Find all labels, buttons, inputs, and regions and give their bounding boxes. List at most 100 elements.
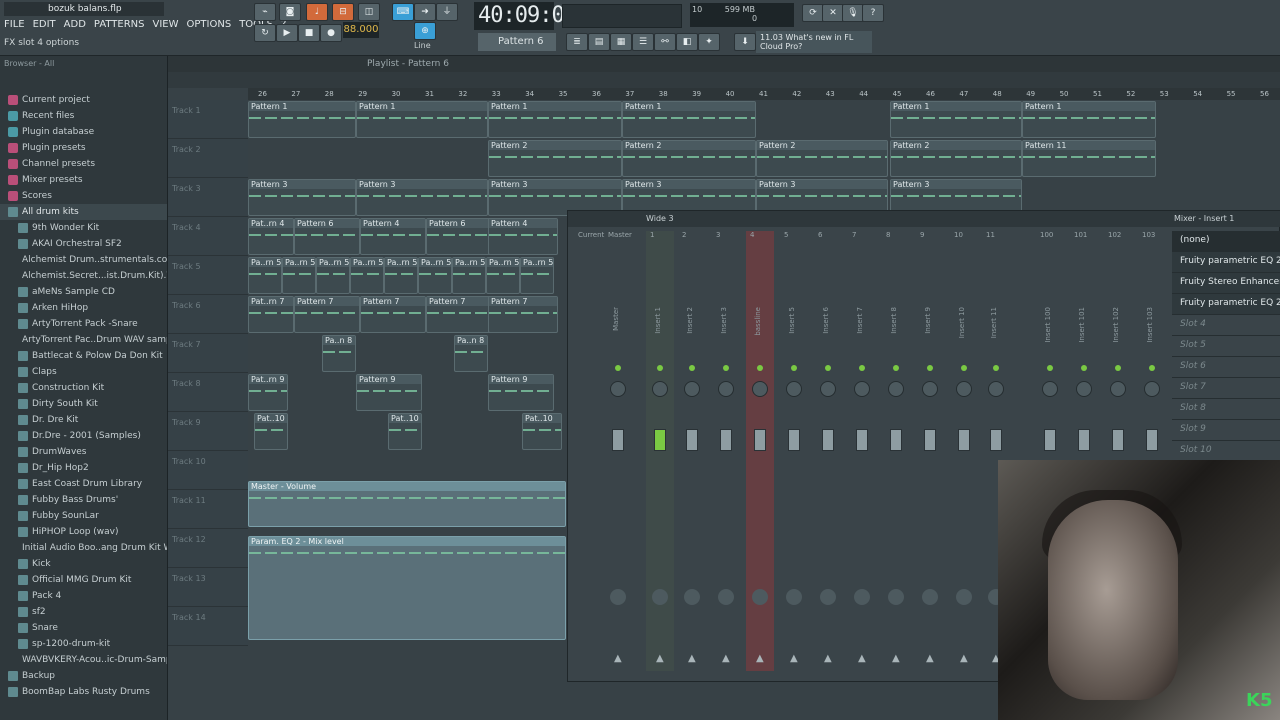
stereo-sep-knob[interactable]	[820, 589, 836, 605]
strip-enable-led[interactable]	[791, 365, 797, 371]
fx-slot[interactable]: Slot 9	[1172, 420, 1280, 441]
pattern-clip[interactable]: Pat..10	[388, 413, 422, 450]
kit-folder-item[interactable]: AKAI Orchestral SF2	[0, 236, 167, 252]
automation-clip[interactable]: Master - Volume	[248, 481, 566, 527]
browser-recent-files[interactable]: Recent files	[0, 108, 167, 124]
kit-folder-item[interactable]: Fubby SounLar	[0, 508, 167, 524]
stereo-sep-knob[interactable]	[610, 589, 626, 605]
send-arrow-icon[interactable]: ▲	[858, 653, 866, 664]
download-icon[interactable]: ⬇	[734, 33, 756, 51]
step-edit-icon[interactable]: ➜	[414, 3, 436, 21]
pan-knob[interactable]	[956, 381, 972, 397]
pan-knob[interactable]	[610, 381, 626, 397]
stereo-sep-knob[interactable]	[684, 589, 700, 605]
tempo-display[interactable]: 88.000	[343, 22, 379, 38]
stereo-sep-knob[interactable]	[752, 589, 768, 605]
kit-folder-item[interactable]: 9th Wonder Kit	[0, 220, 167, 236]
mixer-strip[interactable]: 4 bassline ▲	[746, 231, 774, 671]
pan-knob[interactable]	[752, 381, 768, 397]
kit-folder-item[interactable]: Kick	[0, 556, 167, 572]
mixer-strip[interactable]: 6 Insert 6 ▲	[814, 231, 842, 671]
fx-slot[interactable]: Slot 8	[1172, 399, 1280, 420]
menu-add[interactable]: ADD	[60, 17, 90, 33]
song-time-display[interactable]: 40:09:00	[474, 2, 577, 30]
pattern-clip[interactable]: Pattern 1	[890, 101, 1022, 138]
fx-slot[interactable]: Slot 5	[1172, 336, 1280, 357]
browser-icon[interactable]: ◧	[676, 33, 698, 51]
browser-scores[interactable]: Scores	[0, 188, 167, 204]
pan-knob[interactable]	[1144, 381, 1160, 397]
pattern-clip[interactable]: Pattern 4	[488, 218, 558, 255]
pattern-clip[interactable]: Pa..rn 5	[384, 257, 418, 294]
browser-plugin-database[interactable]: Plugin database	[0, 124, 167, 140]
pattern-clip[interactable]: Pattern 2	[890, 140, 1022, 177]
volume-fader[interactable]	[654, 429, 666, 451]
plugin-picker-icon[interactable]: ✦	[698, 33, 720, 51]
kit-folder-item[interactable]: Pack 4	[0, 588, 167, 604]
volume-fader[interactable]	[958, 429, 970, 451]
kit-folder-item[interactable]: Claps	[0, 364, 167, 380]
kit-folder-item[interactable]: ArtyTorrent Pack -Snare	[0, 316, 167, 332]
kit-folder-item[interactable]: HiPHOP Loop (wav)	[0, 524, 167, 540]
mixer-strip[interactable]: 5 Insert 5 ▲	[780, 231, 808, 671]
pattern-clip[interactable]: Pa..rn 5	[520, 257, 554, 294]
mixer-strip[interactable]: 2 Insert 2 ▲	[678, 231, 706, 671]
send-arrow-icon[interactable]: ▲	[722, 653, 730, 664]
track-header[interactable]: Track 14	[168, 607, 248, 646]
track-header[interactable]: Track 6	[168, 295, 248, 334]
pattern-clip[interactable]: Pa..rn 5	[282, 257, 316, 294]
snap-mode[interactable]: Line	[414, 41, 431, 50]
pattern-clip[interactable]: Pat..rn 9	[248, 374, 288, 411]
pattern-clip[interactable]: Pattern 1	[248, 101, 356, 138]
browser-current-project[interactable]: Current project	[0, 92, 167, 108]
send-arrow-icon[interactable]: ▲	[756, 653, 764, 664]
route-selector[interactable]: (none)	[1172, 231, 1280, 252]
track-header[interactable]: Track 5	[168, 256, 248, 295]
mixer-strip[interactable]: Current	[574, 231, 604, 671]
send-arrow-icon[interactable]: ▲	[824, 653, 832, 664]
record-button[interactable]: ●	[320, 24, 342, 42]
pattern-clip[interactable]: Pattern 7	[294, 296, 360, 333]
send-arrow-icon[interactable]: ▲	[656, 653, 664, 664]
volume-fader[interactable]	[1112, 429, 1124, 451]
send-arrow-icon[interactable]: ▲	[688, 653, 696, 664]
menu-patterns[interactable]: PATTERNS	[90, 17, 149, 33]
strip-enable-led[interactable]	[615, 365, 621, 371]
send-arrow-icon[interactable]: ▲	[960, 653, 968, 664]
pattern-clip[interactable]: Pattern 3	[356, 179, 488, 216]
panic-icon[interactable]: ✕	[822, 4, 844, 22]
kit-folder-item[interactable]: aMeNs Sample CD	[0, 284, 167, 300]
volume-fader[interactable]	[890, 429, 902, 451]
play-button[interactable]: ▶	[276, 24, 298, 42]
stereo-sep-knob[interactable]	[652, 589, 668, 605]
volume-fader[interactable]	[686, 429, 698, 451]
stereo-sep-knob[interactable]	[854, 589, 870, 605]
mixer-view-icon[interactable]: ≣	[566, 33, 588, 51]
pattern-clip[interactable]: Pattern 11	[1022, 140, 1156, 177]
automation-clip[interactable]: Param. EQ 2 - Mix level	[248, 536, 566, 640]
browser-boombap[interactable]: BoomBap Labs Rusty Drums	[0, 684, 167, 700]
browser-channel-presets[interactable]: Channel presets	[0, 156, 167, 172]
channel-rack-icon[interactable]: ▤	[588, 33, 610, 51]
strip-enable-led[interactable]	[1115, 365, 1121, 371]
kit-folder-item[interactable]: sf2	[0, 604, 167, 620]
mixer-strip[interactable]: 8 Insert 8 ▲	[882, 231, 910, 671]
volume-fader[interactable]	[924, 429, 936, 451]
pattern-song-icon[interactable]: ⌁	[254, 3, 276, 21]
strip-enable-led[interactable]	[723, 365, 729, 371]
pattern-clip[interactable]: Pat..10	[522, 413, 562, 450]
loop-record-icon[interactable]: ↻	[254, 24, 276, 42]
mixer-strip[interactable]: 9 Insert 9 ▲	[916, 231, 944, 671]
kit-folder-item[interactable]: Construction Kit	[0, 380, 167, 396]
pan-knob[interactable]	[820, 381, 836, 397]
kit-folder-item[interactable]: Dr.Dre - 2001 (Samples)	[0, 428, 167, 444]
pattern-clip[interactable]: Pattern 2	[622, 140, 756, 177]
stereo-sep-knob[interactable]	[922, 589, 938, 605]
send-arrow-icon[interactable]: ▲	[892, 653, 900, 664]
kit-folder-item[interactable]: WAVBVKERY-Acou..ic-Drum-Samples	[0, 652, 167, 668]
pattern-clip[interactable]: Pa..rn 5	[350, 257, 384, 294]
kit-folder-item[interactable]: Battlecat & Polow Da Don Kit	[0, 348, 167, 364]
browser-group-drum-kits[interactable]: All drum kits	[0, 204, 167, 220]
pattern-clip[interactable]: Pattern 9	[488, 374, 554, 411]
pattern-clip[interactable]: Pat..10	[254, 413, 288, 450]
